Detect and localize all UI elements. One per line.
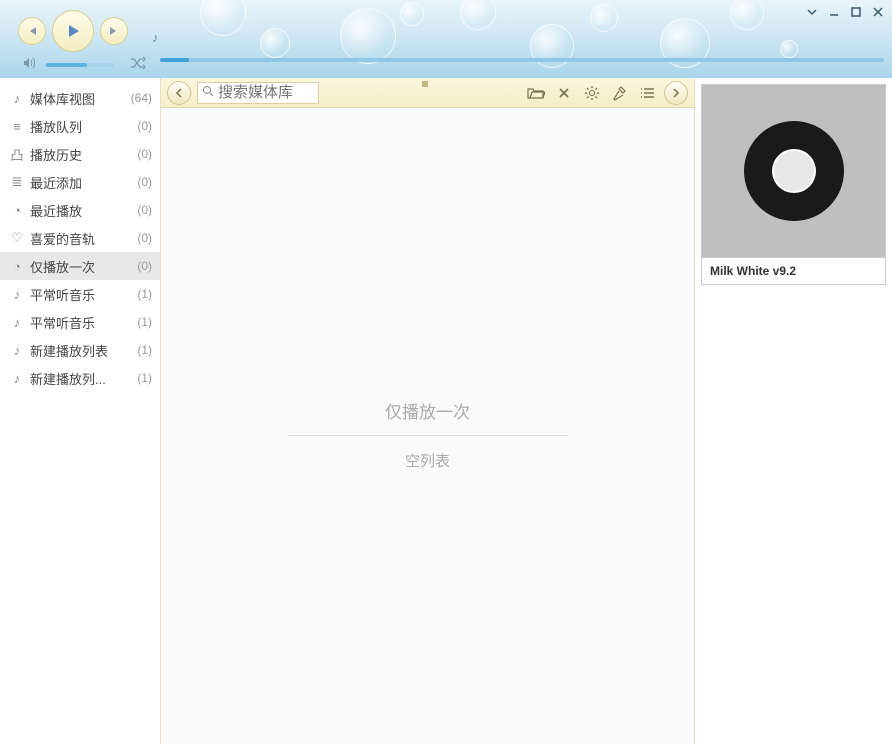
center-pane: 仅播放一次 空列表 [160, 78, 694, 744]
queue-icon: ≡ [8, 119, 26, 134]
sidebar-item-playlist[interactable]: ♪ 新建播放列表 (1) [0, 336, 160, 364]
maximize-button[interactable] [850, 6, 862, 21]
sidebar-item-label: 播放队列 [30, 117, 137, 136]
search-box[interactable] [197, 82, 319, 104]
empty-message: 空列表 [405, 450, 450, 471]
volume-controls [22, 56, 146, 73]
album-box: Milk White v9.2 [701, 84, 886, 285]
sidebar-item-label: 平常听音乐 [30, 313, 137, 332]
tools-button[interactable] [608, 81, 632, 105]
sidebar-item-count: (1) [137, 287, 152, 301]
player-controls [18, 10, 128, 52]
back-button[interactable] [167, 81, 191, 105]
skip-forward-icon [108, 25, 120, 37]
skip-back-icon [26, 25, 38, 37]
player-header: ♪ [0, 0, 892, 78]
forward-button[interactable] [664, 81, 688, 105]
sidebar-item-queue[interactable]: ≡ 播放队列 (0) [0, 112, 160, 140]
volume-slider[interactable] [46, 63, 114, 67]
divider [288, 435, 568, 436]
sidebar-item-library[interactable]: ♪ 媒体库视图 (64) [0, 84, 160, 112]
search-input[interactable] [218, 83, 318, 103]
recent-add-icon: ≣ [8, 174, 26, 190]
content-body: 仅播放一次 空列表 [161, 108, 694, 744]
sidebar-item-label: 新建播放列表 [30, 341, 137, 360]
sidebar: ♪ 媒体库视图 (64) ≡ 播放队列 (0) 凸 播放历史 (0) ≣ 最近添… [0, 78, 160, 744]
folder-open-icon [527, 86, 545, 100]
sidebar-item-label: 最近播放 [30, 201, 137, 220]
play-button[interactable] [52, 10, 94, 52]
close-icon [557, 86, 571, 100]
sidebar-item-count: (0) [137, 259, 152, 273]
playlist-icon: ♪ [8, 371, 26, 386]
sidebar-item-favorite[interactable]: ♡ 喜爱的音轨 (0) [0, 224, 160, 252]
music-note-icon: ♪ [152, 30, 159, 45]
sidebar-item-label: 媒体库视图 [30, 89, 131, 108]
sidebar-item-label: 仅播放一次 [30, 257, 137, 276]
sidebar-item-count: (0) [137, 147, 152, 161]
sidebar-item-label: 最近添加 [30, 173, 137, 192]
minimize-button[interactable] [828, 6, 840, 21]
window-controls [806, 6, 884, 21]
gear-icon [584, 85, 600, 101]
dropdown-icon[interactable] [806, 6, 818, 21]
sidebar-item-playlist[interactable]: ♪ 平常听音乐 (1) [0, 280, 160, 308]
sidebar-item-playlist[interactable]: ♪ 新建播放列... (1) [0, 364, 160, 392]
progress-slider[interactable] [160, 58, 884, 62]
sidebar-item-playlist[interactable]: ♪ 平常听音乐 (1) [0, 308, 160, 336]
hammer-icon [612, 85, 628, 101]
sidebar-item-count: (1) [137, 315, 152, 329]
sidebar-item-recent-add[interactable]: ≣ 最近添加 (0) [0, 168, 160, 196]
heart-icon: ♡ [8, 230, 26, 246]
sidebar-item-count: (0) [137, 203, 152, 217]
sidebar-item-play-once[interactable]: ◔ 仅播放一次 (0) [0, 252, 160, 280]
history-icon: 凸 [8, 145, 26, 164]
playlist-icon: ♪ [8, 315, 26, 330]
playlist-icon: ♪ [8, 287, 26, 302]
open-folder-button[interactable] [524, 81, 548, 105]
sidebar-item-count: (0) [137, 119, 152, 133]
drag-handle-icon [422, 81, 428, 87]
recent-play-icon: ◔ [8, 203, 26, 218]
clear-button[interactable] [552, 81, 576, 105]
sidebar-item-count: (64) [131, 91, 152, 105]
sidebar-item-history[interactable]: 凸 播放历史 (0) [0, 140, 160, 168]
album-label: Milk White v9.2 [702, 257, 885, 284]
settings-button[interactable] [580, 81, 604, 105]
list-icon [640, 86, 656, 100]
sidebar-item-count: (0) [137, 175, 152, 189]
sidebar-item-recent-play[interactable]: ◔ 最近播放 (0) [0, 196, 160, 224]
volume-icon[interactable] [22, 56, 36, 73]
sidebar-item-label: 喜爱的音轨 [30, 229, 137, 248]
sidebar-item-label: 新建播放列... [30, 369, 137, 388]
arrow-right-icon [670, 87, 682, 99]
sidebar-item-count: (0) [137, 231, 152, 245]
disc-icon [734, 111, 854, 231]
album-art [702, 85, 885, 257]
arrow-left-icon [173, 87, 185, 99]
main-layout: ♪ 媒体库视图 (64) ≡ 播放队列 (0) 凸 播放历史 (0) ≣ 最近添… [0, 78, 892, 744]
right-panel: Milk White v9.2 [694, 78, 892, 744]
shuffle-button[interactable] [130, 56, 146, 73]
sidebar-item-count: (1) [137, 371, 152, 385]
play-icon [64, 22, 82, 40]
sidebar-item-label: 播放历史 [30, 145, 137, 164]
playlist-icon: ♪ [8, 343, 26, 358]
search-icon [198, 85, 218, 100]
sidebar-item-label: 平常听音乐 [30, 285, 137, 304]
next-button[interactable] [100, 17, 128, 45]
content-title: 仅播放一次 [385, 398, 470, 423]
sidebar-item-count: (1) [137, 343, 152, 357]
content-toolbar [161, 78, 694, 108]
list-button[interactable] [636, 81, 660, 105]
library-icon: ♪ [8, 91, 26, 106]
prev-button[interactable] [18, 17, 46, 45]
close-button[interactable] [872, 6, 884, 21]
play-once-icon: ◔ [8, 259, 26, 274]
